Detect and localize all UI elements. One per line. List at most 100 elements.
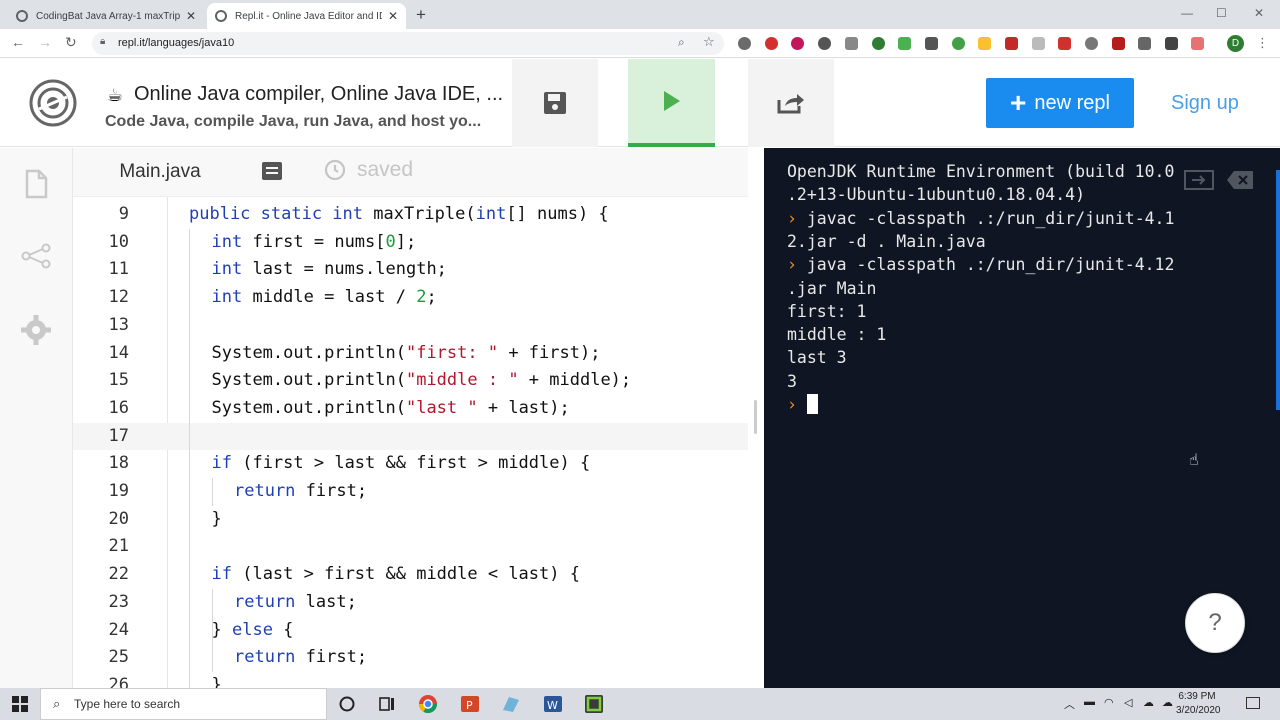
code-line[interactable]: 23 return last; <box>73 589 748 617</box>
line-number: 18 <box>108 453 129 474</box>
extension-icon[interactable] <box>1005 37 1018 50</box>
browser-tab-replit[interactable]: Repl.it - Online Java Editor and IDE ✕ <box>207 3 406 29</box>
extension-icon[interactable] <box>1112 37 1125 50</box>
extension-icon[interactable] <box>818 37 831 50</box>
save-button[interactable] <box>512 59 598 147</box>
cloud-icon[interactable]: ☁︎ <box>1143 696 1154 709</box>
address-bar[interactable]: 🔒︎ repl.it/languages/java10 ⌕ ☆ <box>92 32 724 55</box>
extension-icon[interactable] <box>978 37 991 50</box>
code-line[interactable]: 9 public static int maxTriple(int[] nums)… <box>73 201 748 229</box>
camtasia-icon[interactable] <box>584 694 604 714</box>
new-repl-button[interactable]: + new repl <box>986 78 1134 128</box>
zoom-icon[interactable]: ⌕ <box>678 35 685 50</box>
profile-avatar[interactable]: D <box>1227 35 1244 52</box>
line-number: 16 <box>108 397 129 418</box>
code-line[interactable]: 24} else { <box>73 617 748 645</box>
line-number: 25 <box>108 647 129 668</box>
code-line[interactable]: 26} <box>73 672 748 688</box>
share-button[interactable] <box>748 59 834 147</box>
tray-chevron-icon[interactable]: ︿ <box>1064 696 1075 712</box>
extension-icon[interactable] <box>925 37 938 50</box>
task-view-icon[interactable] <box>377 694 397 714</box>
taskbar-search[interactable]: ⌕ Type here to search <box>40 688 327 720</box>
code-line[interactable]: 21 <box>73 533 748 561</box>
replit-logo-icon[interactable] <box>29 79 77 127</box>
app-icon[interactable] <box>501 694 521 714</box>
console-scrollbar[interactable] <box>1276 170 1280 410</box>
network-icon[interactable]: ◠ <box>1104 696 1114 709</box>
extension-icon[interactable] <box>1165 37 1178 50</box>
console-input-line[interactable]: › <box>787 393 818 416</box>
share-nodes-icon[interactable] <box>20 240 52 272</box>
code-line[interactable]: 14 System.out.println("first: " + first); <box>73 340 748 368</box>
editor-scrollbar[interactable] <box>754 400 757 434</box>
code-line[interactable]: 10 int first = nums[0]; <box>73 229 748 257</box>
code-line[interactable]: 22 if (last > first && middle < last) { <box>73 561 748 589</box>
evernote-icon[interactable] <box>872 37 885 50</box>
code-editor[interactable]: 9 public static int maxTriple(int[] nums)… <box>73 196 748 688</box>
chrome-icon[interactable] <box>418 694 438 714</box>
console-line: 3 <box>787 370 797 393</box>
settings-gear-icon[interactable] <box>20 314 52 346</box>
code-line[interactable]: 11 int last = nums.length; <box>73 256 748 284</box>
sign-up-link[interactable]: Sign up <box>1171 92 1239 115</box>
code-line[interactable]: 17 <box>73 422 748 451</box>
code-token: System.out.println( <box>211 342 406 363</box>
save-status: saved <box>323 158 413 182</box>
run-button[interactable] <box>628 59 715 147</box>
new-tab-icon[interactable]: + <box>416 5 426 25</box>
console-toggle-icon[interactable] <box>1184 170 1214 190</box>
browser-tab-codingbat[interactable]: CodingBat Java Array-1 maxTriple ✕ <box>8 3 204 29</box>
files-icon[interactable] <box>20 168 52 200</box>
console-text: javac -classpath .:/run_dir/junit-4.1 <box>806 208 1175 228</box>
file-tab-main-java[interactable]: Main.java <box>73 148 247 196</box>
extension-icon[interactable] <box>1058 37 1071 50</box>
taskbar-clock[interactable]: 6:39 PM 3/20/2020 <box>1176 690 1221 718</box>
console-text: 2.jar -d . Main.java <box>787 231 986 251</box>
adblock-icon[interactable] <box>765 37 778 50</box>
close-tab-icon[interactable]: ✕ <box>388 9 398 23</box>
reload-icon[interactable]: ↻ <box>65 34 77 51</box>
extension-icon[interactable] <box>738 37 751 50</box>
line-number: 15 <box>108 370 129 391</box>
code-token: + last); <box>477 397 570 418</box>
pinterest-icon[interactable] <box>791 37 804 50</box>
volume-icon[interactable]: ◁ <box>1124 696 1132 709</box>
code-line[interactable]: 15 System.out.println("middle : " + middl… <box>73 367 748 395</box>
extension-icon[interactable] <box>1085 37 1098 50</box>
document-lines-icon[interactable] <box>261 161 283 181</box>
minimize-icon[interactable]: — <box>1181 6 1193 20</box>
console-line: OpenJDK Runtime Environment (build 10.0 <box>787 160 1174 183</box>
tray-app-icon[interactable]: ▬ <box>1084 696 1095 708</box>
bookmark-star-icon[interactable]: ☆ <box>703 34 715 50</box>
extension-icon[interactable] <box>845 37 858 50</box>
forward-icon[interactable]: → <box>38 34 52 50</box>
extension-icon[interactable] <box>952 37 965 50</box>
code-line[interactable]: 19 return first; <box>73 478 748 506</box>
code-line[interactable]: 12 int middle = last / 2; <box>73 284 748 312</box>
code-line[interactable]: 13 <box>73 312 748 340</box>
window-close-icon[interactable]: ✕ <box>1254 6 1264 20</box>
notifications-icon[interactable] <box>1246 697 1260 709</box>
clear-console-icon[interactable] <box>1226 170 1254 190</box>
windows-start-icon[interactable] <box>12 696 28 712</box>
cortana-icon[interactable] <box>337 694 357 714</box>
extension-icon[interactable] <box>898 37 911 50</box>
indent-guide <box>189 228 190 688</box>
code-line[interactable]: 20} <box>73 506 748 534</box>
extension-icon[interactable] <box>1032 37 1045 50</box>
browser-menu-icon[interactable]: ⋮ <box>1256 35 1269 51</box>
code-line[interactable]: 18 if (first > last && first > middle) { <box>73 450 748 478</box>
maximize-icon[interactable]: ☐ <box>1216 6 1227 20</box>
extension-icon[interactable] <box>1191 37 1204 50</box>
code-line[interactable]: 25 return first; <box>73 644 748 672</box>
help-button[interactable]: ? <box>1185 593 1245 653</box>
code-line[interactable]: 16 System.out.println("last " + last); <box>73 395 748 423</box>
extension-icon[interactable] <box>1138 37 1151 50</box>
cloud-icon[interactable]: ☁︎ <box>1162 696 1173 709</box>
powerpoint-icon[interactable]: P <box>460 694 480 714</box>
word-icon[interactable]: W <box>543 694 563 714</box>
close-tab-icon[interactable]: ✕ <box>186 9 196 23</box>
code-token: System.out.println( <box>211 370 406 391</box>
back-icon[interactable]: ← <box>11 34 25 50</box>
